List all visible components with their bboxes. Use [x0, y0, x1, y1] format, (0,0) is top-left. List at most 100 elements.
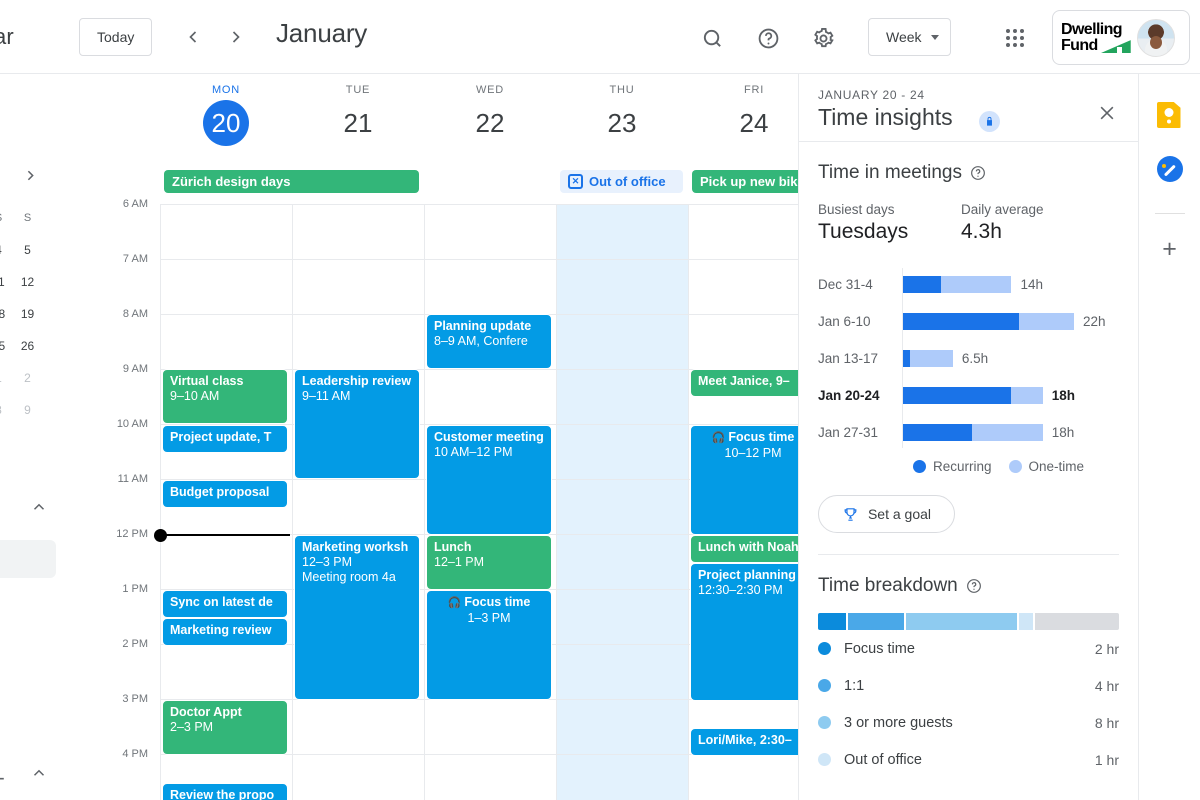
- hour-label: 11 AM: [117, 473, 148, 485]
- mini-calendar-day[interactable]: 26: [13, 335, 42, 357]
- mini-calendar-day[interactable]: 5: [13, 239, 42, 261]
- sidebar-collapse-button-1[interactable]: [30, 498, 48, 521]
- sidebar-add-calendar-button[interactable]: +: [0, 766, 5, 792]
- chart-bar-segment-one-time: [909, 350, 953, 367]
- day-header-tue[interactable]: TUE 21: [294, 84, 422, 146]
- calendar-event[interactable]: Doctor Appt 2–3 PM: [162, 700, 288, 755]
- mini-calendar-day[interactable]: 2: [13, 367, 42, 389]
- help-button[interactable]: [748, 18, 788, 58]
- chart-bar-segment-recurring: [902, 387, 1012, 404]
- apps-grid-button[interactable]: [995, 18, 1035, 58]
- day-header-fri[interactable]: FRI 24: [690, 84, 798, 146]
- busiest-days-label: Busiest days: [818, 202, 895, 217]
- hour-label: 9 AM: [122, 363, 148, 375]
- view-selector[interactable]: Week: [868, 18, 951, 56]
- calendar-event[interactable]: Lori/Mike, 2:30–: [690, 728, 798, 756]
- mini-calendar-day[interactable]: 25: [0, 335, 13, 357]
- search-icon: [703, 29, 721, 47]
- next-week-button[interactable]: [218, 19, 254, 55]
- mini-calendar-next-button[interactable]: [22, 167, 39, 189]
- meeting-stats: Busiest days Tuesdays Daily average 4.3h: [818, 202, 1119, 244]
- calendar-event[interactable]: 🎧 Focus time 10–12 PM: [690, 425, 798, 535]
- calendar-event[interactable]: Review the propo: [162, 783, 288, 800]
- menu-label: ar: [0, 24, 14, 49]
- all-day-event[interactable]: Pick up new bike: [692, 170, 798, 193]
- calendar-event[interactable]: Planning update 8–9 AM, Confere: [426, 314, 552, 369]
- calendar-event[interactable]: Sync on latest de: [162, 590, 288, 618]
- lock-icon: [987, 116, 992, 126]
- day-number[interactable]: 21: [294, 100, 422, 146]
- calendar-event[interactable]: Leadership review 9–11 AM: [294, 369, 420, 479]
- chart-bar-segment-recurring: [902, 276, 942, 293]
- time-breakdown-list: Focus time 2 hr 1:1 4 hr 3 or more guests 8 h…: [818, 630, 1119, 778]
- day-header-thu[interactable]: THU 23: [558, 84, 686, 146]
- chart-bar-row: Jan 13-17 6.5h: [818, 340, 1119, 377]
- calendar-event[interactable]: Customer meeting 10 AM–12 PM: [426, 425, 552, 535]
- mini-calendar-prev-button[interactable]: [0, 167, 3, 189]
- settings-button[interactable]: [803, 18, 843, 58]
- calendar-event[interactable]: Project update, T: [162, 425, 288, 453]
- day-number[interactable]: 22: [426, 100, 554, 146]
- account-chip[interactable]: Dwelling Fund: [1052, 10, 1190, 65]
- day-header-wed[interactable]: WED 22: [426, 84, 554, 146]
- calendar-event[interactable]: Budget proposal: [162, 480, 288, 508]
- calendar-event[interactable]: Marketing worksh 12–3 PM Meeting room 4a: [294, 535, 420, 700]
- chart-bar-row: Jan 27-31 18h: [818, 414, 1119, 451]
- day-header-mon[interactable]: MON 20: [162, 84, 290, 146]
- event-title: Leadership review: [302, 374, 412, 388]
- previous-week-button[interactable]: [175, 19, 211, 55]
- brand-line-2: Fund: [1061, 36, 1098, 54]
- chevron-down-icon: [930, 34, 939, 40]
- get-addons-button[interactable]: +: [1162, 237, 1177, 262]
- mini-calendar-day[interactable]: 4: [0, 239, 13, 261]
- today-button[interactable]: Today: [79, 18, 153, 56]
- time-breakdown-bar: [818, 613, 1119, 630]
- hour-label: 1 PM: [122, 583, 148, 595]
- calendar-event[interactable]: Meet Janice, 9–: [690, 369, 798, 397]
- search-button[interactable]: [692, 18, 732, 58]
- mini-calendar-day[interactable]: 19: [13, 303, 42, 325]
- event-title: Marketing worksh: [302, 540, 409, 554]
- breakdown-segment: [847, 613, 904, 630]
- calendar-event[interactable]: 🎧 Focus time 1–3 PM: [426, 590, 552, 700]
- left-sidebar: SS451112181925261289 +: [0, 74, 57, 800]
- mini-calendar-grid[interactable]: SS451112181925261289: [0, 207, 42, 421]
- sidebar-collapse-button-2[interactable]: [30, 764, 48, 787]
- mini-calendar-day[interactable]: 11: [0, 271, 13, 293]
- mini-calendar-day[interactable]: 9: [13, 399, 42, 421]
- house-roof-icon: [1100, 40, 1131, 54]
- event-location: Meeting room 4a: [302, 570, 396, 584]
- all-day-event[interactable]: ✕ Out of office: [560, 170, 683, 193]
- mini-calendar-day[interactable]: 1: [0, 367, 13, 389]
- google-tasks-button[interactable]: [1156, 156, 1183, 182]
- breakdown-label: Out of office: [844, 751, 922, 768]
- breakdown-segment: [818, 613, 846, 630]
- mini-calendar-day[interactable]: 8: [0, 399, 13, 421]
- day-number[interactable]: 20: [203, 100, 249, 146]
- day-number[interactable]: 24: [690, 100, 798, 146]
- mini-calendar-day[interactable]: 12: [13, 271, 42, 293]
- chart-bar-label: Jan 13-17: [818, 351, 879, 366]
- mini-calendar-day[interactable]: 18: [0, 303, 13, 325]
- breakdown-label: 3 or more guests: [844, 714, 953, 731]
- insights-header: JANUARY 20 - 24 Time insights: [799, 74, 1138, 142]
- avatar[interactable]: [1136, 18, 1175, 57]
- help-circle-icon[interactable]: [966, 578, 982, 594]
- google-keep-button[interactable]: [1156, 102, 1183, 128]
- help-circle-icon[interactable]: [970, 165, 986, 181]
- calendar-event[interactable]: Lunch 12–1 PM: [426, 535, 552, 590]
- mini-calendar-nav: [0, 167, 57, 189]
- calendar-event[interactable]: Virtual class 9–10 AM: [162, 369, 288, 424]
- day-number[interactable]: 23: [558, 100, 686, 146]
- chevron-up-icon: [33, 769, 45, 776]
- calendar-event[interactable]: Marketing review: [162, 618, 288, 646]
- set-a-goal-button[interactable]: Set a goal: [818, 495, 955, 533]
- all-day-event[interactable]: Zürich design days: [164, 170, 419, 193]
- chart-bar-segment-one-time: [1011, 387, 1043, 404]
- close-insights-button[interactable]: [1092, 98, 1122, 128]
- apps-grid-icon: [1006, 29, 1024, 47]
- event-title: Doctor Appt: [170, 705, 242, 719]
- calendar-event[interactable]: Project planning 12:30–2:30 PM: [690, 563, 798, 701]
- calendar-event[interactable]: Lunch with Noah: [690, 535, 798, 563]
- event-title: Lori/Mike, 2:30–: [698, 733, 792, 747]
